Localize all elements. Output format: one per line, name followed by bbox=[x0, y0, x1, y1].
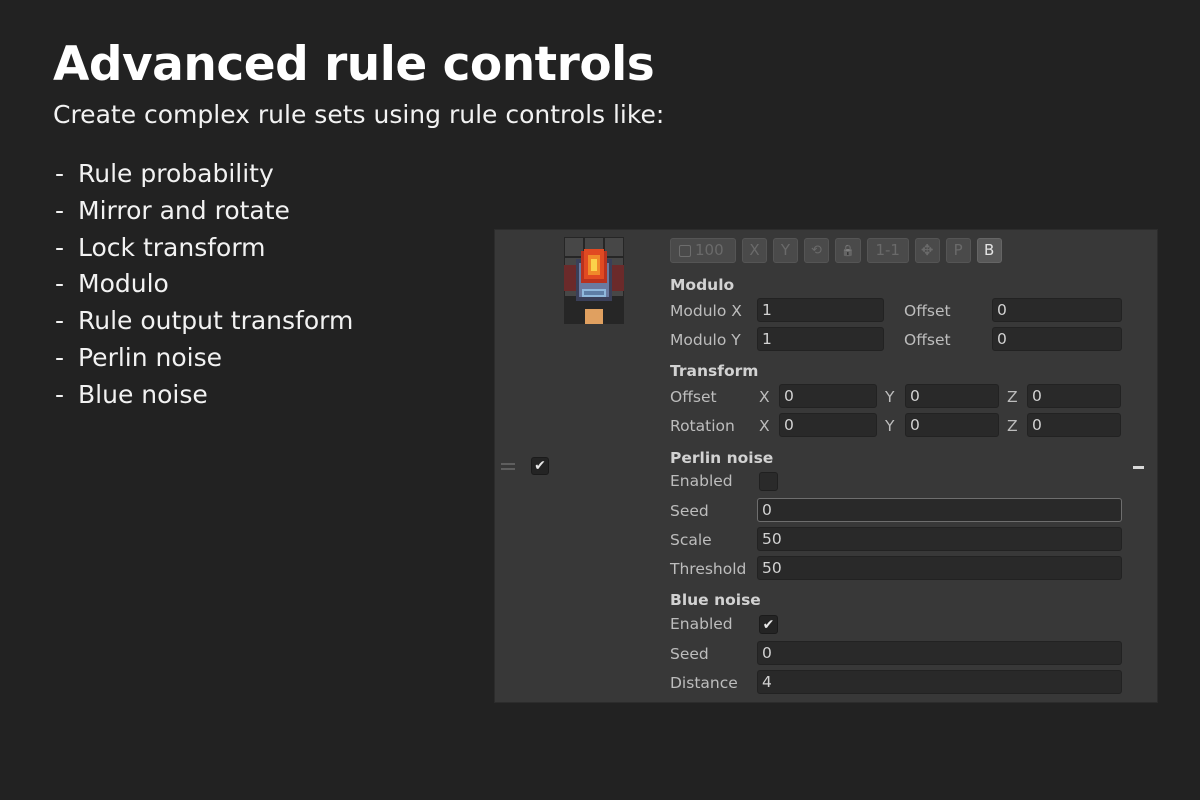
perlin-seed-field[interactable]: 0 bbox=[757, 498, 1122, 522]
feature-item: - Blue noise bbox=[55, 377, 353, 414]
modulo-y-offset-label: Offset bbox=[904, 331, 951, 349]
offset-z-field[interactable]: 0 bbox=[1027, 384, 1121, 408]
feature-item: - Perlin noise bbox=[55, 340, 353, 377]
perlin-threshold-field[interactable]: 50 bbox=[757, 556, 1122, 580]
modulo-x-label: Modulo X bbox=[670, 302, 742, 320]
blue-enabled-checkbox[interactable]: ✔ bbox=[759, 615, 778, 634]
rotation-y-field[interactable]: 0 bbox=[905, 413, 999, 437]
offset-z-axis-label: Z bbox=[1007, 388, 1018, 406]
feature-dash: - bbox=[55, 269, 65, 299]
move-button[interactable]: ✥ bbox=[914, 238, 940, 263]
rotation-x-axis-label: X bbox=[759, 417, 770, 435]
offset-y-field[interactable]: 0 bbox=[905, 384, 999, 408]
perlin-scale-label: Scale bbox=[670, 531, 712, 549]
offset-y-axis-label: Y bbox=[885, 388, 895, 406]
blue-seed-label: Seed bbox=[670, 645, 709, 663]
move-icon: ✥ bbox=[920, 241, 934, 259]
modulo-y-offset-field[interactable]: 0 bbox=[992, 327, 1122, 351]
perlin-enabled-checkbox[interactable] bbox=[759, 472, 778, 491]
feature-item: - Rule probability bbox=[55, 156, 353, 193]
feature-label: Perlin noise bbox=[78, 342, 223, 372]
modulo-title: Modulo bbox=[670, 276, 735, 294]
rotation-z-field[interactable]: 0 bbox=[1027, 413, 1121, 437]
mirror-y-button[interactable]: Y bbox=[773, 238, 798, 263]
page-subtitle: Create complex rule sets using rule cont… bbox=[53, 100, 665, 129]
rotation-z-axis-label: Z bbox=[1007, 417, 1018, 435]
blue-seed-field[interactable]: 0 bbox=[757, 641, 1122, 665]
offset-x-field[interactable]: 0 bbox=[779, 384, 877, 408]
lock-icon: 🔒 bbox=[841, 244, 855, 257]
modulo-y-field[interactable]: 1 bbox=[757, 327, 884, 351]
scale-button[interactable]: 1-1 bbox=[866, 238, 909, 263]
rule-toolbar: 100 X Y ⟲ 🔒 1-1 ✥ P B bbox=[670, 238, 1002, 263]
perlin-scale-field[interactable]: 50 bbox=[757, 527, 1122, 551]
feature-dash: - bbox=[55, 232, 65, 262]
drag-handle-icon[interactable] bbox=[501, 463, 515, 473]
feature-label: Modulo bbox=[78, 269, 169, 299]
feature-item: - Mirror and rotate bbox=[55, 193, 353, 230]
perlin-threshold-label: Threshold bbox=[670, 560, 747, 578]
feature-list: - Rule probability - Mirror and rotate - Lo… bbox=[55, 156, 353, 414]
probability-icon bbox=[679, 244, 691, 257]
blue-distance-field[interactable]: 4 bbox=[757, 670, 1122, 694]
rule-inspector-panel: ✔ 100 X Y ⟲ 🔒 1-1 ✥ P B Modulo Modulo X … bbox=[494, 229, 1158, 703]
rotate-button[interactable]: ⟲ bbox=[804, 238, 829, 263]
probability-button[interactable]: 100 bbox=[670, 238, 736, 263]
feature-dash: - bbox=[55, 306, 65, 336]
blue-enabled-label: Enabled bbox=[670, 615, 733, 633]
blue-distance-label: Distance bbox=[670, 674, 738, 692]
offset-x-axis-label: X bbox=[759, 388, 770, 406]
rule-tile-preview bbox=[564, 237, 624, 324]
feature-dash: - bbox=[55, 379, 65, 409]
modulo-y-label: Modulo Y bbox=[670, 331, 741, 349]
perlin-enabled-label: Enabled bbox=[670, 472, 733, 490]
rotation-y-axis-label: Y bbox=[885, 417, 895, 435]
feature-label: Rule output transform bbox=[78, 306, 354, 336]
transform-offset-label: Offset bbox=[670, 388, 717, 406]
feature-label: Rule probability bbox=[78, 159, 274, 188]
modulo-x-field[interactable]: 1 bbox=[757, 298, 884, 322]
remove-rule-icon[interactable] bbox=[1133, 466, 1144, 469]
feature-dash: - bbox=[55, 159, 65, 188]
probability-value: 100 bbox=[695, 241, 724, 259]
perlin-noise-title: Perlin noise bbox=[670, 449, 774, 467]
feature-dash: - bbox=[55, 342, 65, 372]
page-title: Advanced rule controls bbox=[53, 37, 655, 92]
blue-noise-title: Blue noise bbox=[670, 591, 761, 609]
rule-tile-grid[interactable] bbox=[564, 237, 624, 324]
lock-button[interactable]: 🔒 bbox=[835, 238, 861, 263]
feature-label: Lock transform bbox=[78, 232, 266, 262]
feature-item: - Lock transform bbox=[55, 230, 353, 267]
modulo-x-offset-label: Offset bbox=[904, 302, 951, 320]
transform-title: Transform bbox=[670, 362, 759, 380]
mirror-x-button[interactable]: X bbox=[742, 238, 767, 263]
perlin-noise-button[interactable]: P bbox=[945, 238, 971, 263]
feature-dash: - bbox=[55, 195, 65, 225]
feature-label: Mirror and rotate bbox=[78, 195, 290, 225]
feature-item: - Rule output transform bbox=[55, 303, 353, 340]
modulo-x-offset-field[interactable]: 0 bbox=[992, 298, 1122, 322]
feature-label: Blue noise bbox=[78, 379, 208, 409]
perlin-seed-label: Seed bbox=[670, 502, 709, 520]
rotation-x-field[interactable]: 0 bbox=[779, 413, 877, 437]
blue-noise-button[interactable]: B bbox=[976, 238, 1002, 263]
feature-item: - Modulo bbox=[55, 266, 353, 303]
rule-enabled-checkbox[interactable]: ✔ bbox=[531, 457, 549, 475]
rotate-icon: ⟲ bbox=[811, 243, 822, 258]
transform-rotation-label: Rotation bbox=[670, 417, 735, 435]
